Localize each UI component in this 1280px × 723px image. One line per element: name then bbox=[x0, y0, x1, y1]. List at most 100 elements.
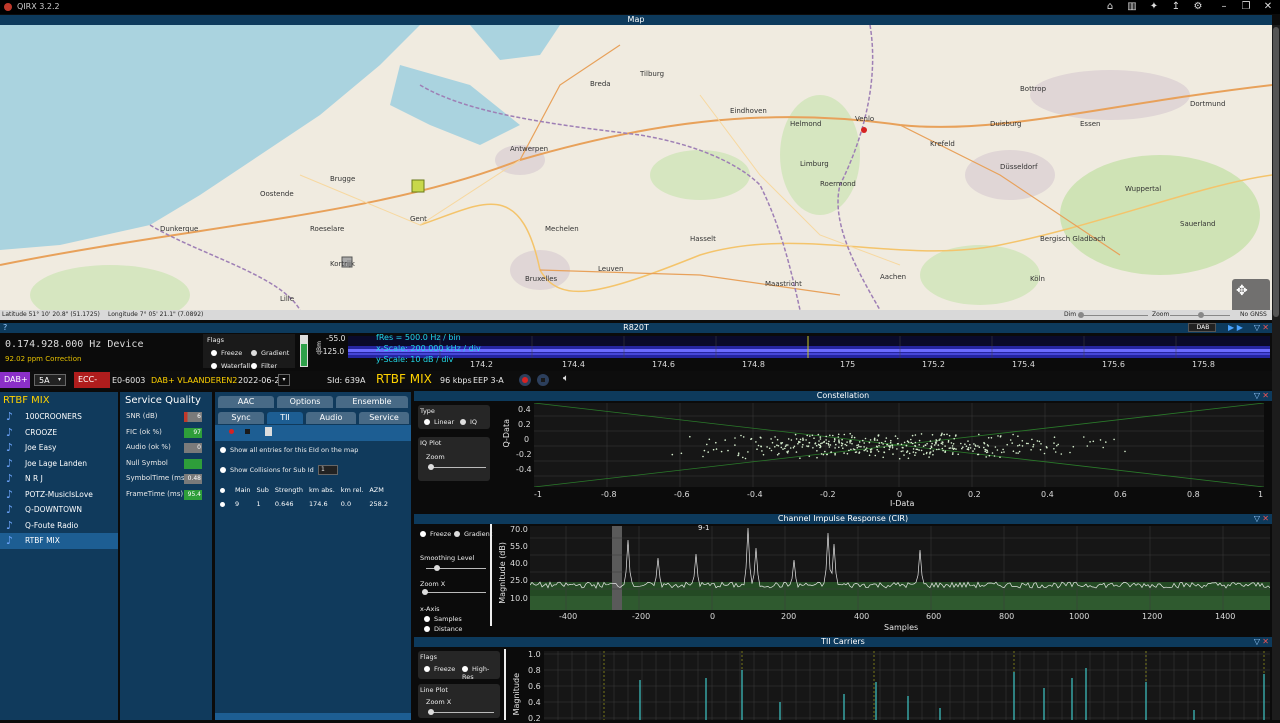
map-label-koln: Köln bbox=[1030, 275, 1045, 283]
ytick: 25.0 bbox=[510, 576, 528, 585]
list-item[interactable]: ♪ 100CROONERS bbox=[0, 409, 118, 425]
map-label-dusseldorf: Düsseldorf bbox=[1000, 163, 1038, 171]
smoothing-label: Smoothing Level bbox=[420, 554, 475, 562]
list-item[interactable]: ♪ N R J bbox=[0, 471, 118, 487]
null-symbol-value bbox=[184, 458, 202, 469]
home-icon[interactable]: ⌂ bbox=[1104, 1, 1116, 13]
date-field[interactable]: 2022-06-2 bbox=[238, 376, 279, 385]
info-bins: fRes = 500.0 Hz / bin bbox=[376, 333, 461, 342]
ytick: 0.6 bbox=[528, 682, 541, 691]
tab-audio[interactable]: Audio bbox=[306, 412, 356, 424]
frequency-readout: 0.174.928.000 Hz Device bbox=[5, 339, 144, 350]
type-group: Type Linear IQ bbox=[418, 405, 490, 429]
filter-option[interactable]: Filter bbox=[251, 362, 277, 370]
map-label-brugge: Brugge bbox=[330, 175, 356, 183]
freq-tick: 174.4 bbox=[562, 360, 585, 369]
map-label-breda: Breda bbox=[590, 80, 611, 88]
map-label-roeselare: Roeselare bbox=[310, 225, 345, 233]
dim-slider[interactable] bbox=[1078, 312, 1148, 318]
samples-radio[interactable]: Samples bbox=[424, 615, 462, 623]
tab-aac[interactable]: AAC bbox=[218, 396, 274, 408]
antenna-icon[interactable]: ↥ bbox=[1170, 1, 1182, 13]
type-iq-radio[interactable]: IQ bbox=[460, 418, 477, 426]
tab-tii[interactable]: TII bbox=[267, 412, 303, 424]
ensemble-name: DAB+ VLAANDEREN2 bbox=[151, 376, 238, 385]
record-dot-icon[interactable] bbox=[229, 429, 234, 434]
restore-icon[interactable]: ❐ bbox=[1240, 1, 1252, 13]
table-row[interactable]: 9 1 0.646 174.6 0.0 258.2 bbox=[217, 497, 391, 511]
list-item[interactable]: ♪ Joe Lage Landen bbox=[0, 456, 118, 472]
tii-zoomx-slider[interactable] bbox=[428, 709, 494, 715]
tii-highres-checkbox[interactable]: High-Res bbox=[462, 665, 500, 681]
map-label-roermond: Roermond bbox=[820, 180, 856, 188]
map-view[interactable]: Antwerpen Bruxelles Gent Brugge Eindhove… bbox=[0, 25, 1272, 310]
map-nav-icon[interactable]: ✥ bbox=[1236, 283, 1248, 299]
play-icon[interactable]: ▶ ▶ bbox=[1228, 323, 1243, 333]
map-icon[interactable]: ▥ bbox=[1126, 1, 1138, 13]
list-item[interactable]: ♪ Joe Easy bbox=[0, 440, 118, 456]
device-info-icon[interactable]: ? bbox=[3, 323, 7, 333]
list-item[interactable]: ♪ Q-Foute Radio bbox=[0, 518, 118, 534]
channel-select[interactable]: 5A bbox=[34, 374, 66, 386]
xtick: 0.8 bbox=[1187, 490, 1200, 499]
tii-freeze-checkbox[interactable]: Freeze bbox=[424, 665, 455, 673]
document-icon[interactable] bbox=[265, 427, 272, 436]
dab-select[interactable]: DAB bbox=[1188, 323, 1216, 332]
settings-gear-icon[interactable]: ⚙ bbox=[1192, 1, 1204, 13]
tab-options[interactable]: Options bbox=[277, 396, 333, 408]
spectrum-display[interactable]: fRes = 500.0 Hz / bin x-Scale: 200.000 k… bbox=[348, 333, 1270, 364]
info-xscale: x-Scale: 200.000 kHz / div bbox=[376, 344, 481, 353]
sub-id-select[interactable]: 1 bbox=[318, 465, 338, 475]
list-item[interactable]: ♪ CROOZE bbox=[0, 425, 118, 441]
stop-square-icon[interactable] bbox=[245, 429, 250, 434]
cir-xlabel: Samples bbox=[884, 623, 919, 632]
xtick: -0.2 bbox=[820, 490, 836, 499]
map-label-venlo: Venlo bbox=[855, 115, 875, 123]
close-panel-icon[interactable]: ✕ bbox=[1262, 323, 1269, 333]
chevron-down-icon[interactable]: ▾ bbox=[58, 376, 61, 383]
close-icon[interactable]: ✕ bbox=[1262, 1, 1274, 13]
stop-button[interactable] bbox=[537, 374, 549, 386]
gradient-option[interactable]: Gradient bbox=[251, 349, 289, 357]
smoothing-slider[interactable] bbox=[426, 565, 486, 571]
cir-zoomx-slider[interactable] bbox=[422, 589, 486, 595]
map-label-hasselt: Hasselt bbox=[690, 235, 716, 243]
service-list-title: RTBF MIX bbox=[3, 395, 50, 406]
collapse-icon[interactable]: ▽ bbox=[1254, 323, 1260, 333]
waterfall-option[interactable]: Waterfall bbox=[211, 362, 250, 370]
show-all-checkbox[interactable]: Show all entries for this EId on the map bbox=[220, 446, 358, 454]
tab-ensemble[interactable]: Ensemble bbox=[336, 396, 408, 408]
list-item-selected[interactable]: ♪ RTBF MIX bbox=[0, 533, 118, 549]
ytick: 70.0 bbox=[510, 525, 528, 534]
device-header: ? R820T DAB ▶ ▶ ▽ ✕ bbox=[0, 323, 1272, 333]
iq-zoom-slider[interactable] bbox=[428, 464, 486, 470]
ytick: 55.0 bbox=[510, 542, 528, 551]
minimize-icon[interactable]: – bbox=[1218, 1, 1230, 13]
cir-gradient-checkbox[interactable]: Gradient bbox=[454, 530, 492, 538]
speaker-icon[interactable]: 🔈︎ bbox=[563, 373, 569, 384]
vertical-scrollbar[interactable] bbox=[1272, 25, 1280, 720]
map-label-limburg: Limburg bbox=[800, 160, 829, 168]
list-item[interactable]: ♪ Q-DOWNTOWN bbox=[0, 502, 118, 518]
app-logo-icon bbox=[4, 3, 12, 11]
satellite-icon[interactable]: ✦ bbox=[1148, 1, 1160, 13]
tii-ylabel: Magnitude bbox=[512, 673, 521, 716]
zoom-slider[interactable] bbox=[1170, 312, 1230, 318]
distance-radio[interactable]: Distance bbox=[424, 625, 462, 633]
music-note-icon: ♪ bbox=[6, 534, 14, 547]
freeze-option[interactable]: Freeze bbox=[211, 349, 242, 357]
date-dropdown-icon[interactable]: ▾ bbox=[278, 374, 290, 386]
map-label-sauerland: Sauerland bbox=[1180, 220, 1216, 228]
cir-freeze-checkbox[interactable]: Freeze bbox=[420, 530, 451, 538]
list-item[interactable]: ♪ POTZ-MusicIsLove bbox=[0, 487, 118, 503]
tab-service[interactable]: Service bbox=[359, 412, 409, 424]
map-label-helmond: Helmond bbox=[790, 120, 822, 128]
constellation-canvas bbox=[533, 402, 1265, 488]
ytick: 40.0 bbox=[510, 559, 528, 568]
type-linear-radio[interactable]: Linear bbox=[424, 418, 454, 426]
show-collisions-checkbox[interactable]: Show Collisions for Sub Id bbox=[220, 466, 314, 474]
xtick: -400 bbox=[559, 612, 578, 621]
record-button[interactable] bbox=[519, 374, 531, 386]
tab-sync[interactable]: Sync bbox=[218, 412, 264, 424]
map-label-leuven: Leuven bbox=[598, 265, 624, 273]
